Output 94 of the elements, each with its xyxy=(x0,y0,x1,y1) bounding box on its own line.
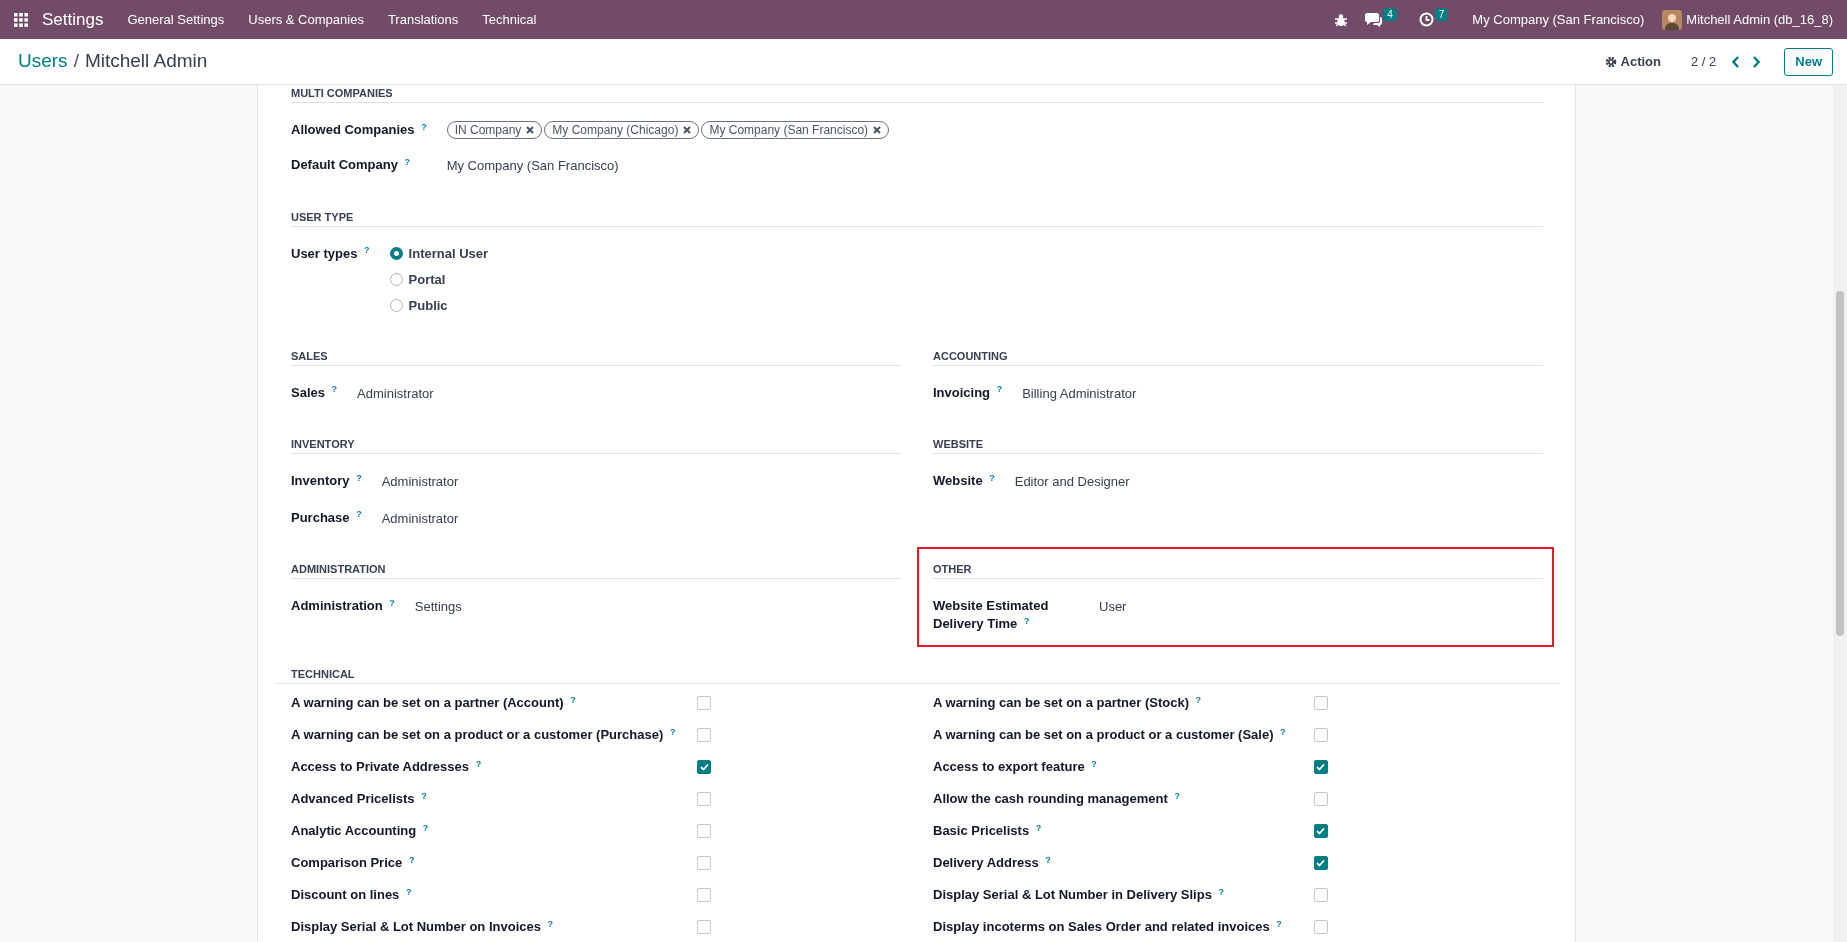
field-label: User types $^{?}$ xyxy=(291,244,371,263)
field-label: Inventory $^{?}$ xyxy=(291,472,363,490)
field-label: Sales $^{?}$ xyxy=(291,383,339,402)
option-label: A warning can be set on a product or a customer (Purchase) $^{?}$ xyxy=(291,725,676,745)
breadcrumb-current: Mitchell Admin xyxy=(84,49,208,74)
checkbox[interactable] xyxy=(1313,696,1328,710)
checkbox[interactable] xyxy=(697,856,712,870)
radio-button[interactable] xyxy=(389,247,403,260)
breadcrumb-separator: / xyxy=(73,49,79,74)
remove-icon[interactable] xyxy=(873,126,882,134)
message-count-badge: 4 xyxy=(1383,8,1397,21)
option-label: Basic Pricelists $^{?}$ xyxy=(933,821,1043,841)
company-switcher[interactable]: My Company (San Francisco) xyxy=(1472,9,1645,30)
checkbox[interactable] xyxy=(697,888,712,902)
field-value: Administrator xyxy=(357,385,434,401)
checkbox[interactable] xyxy=(1313,760,1328,774)
avatar-icon[interactable] xyxy=(1662,9,1683,30)
option-label: Comparison Price $^{?}$ xyxy=(291,853,416,873)
checkbox[interactable] xyxy=(1313,920,1328,934)
checkbox[interactable] xyxy=(697,696,712,710)
radio-button[interactable] xyxy=(389,273,403,286)
menu-item[interactable]: General Settings xyxy=(127,9,225,30)
radio-option[interactable]: Portal xyxy=(389,270,1543,289)
checkbox[interactable] xyxy=(697,920,712,934)
menu-item[interactable]: Users & Companies xyxy=(248,9,364,30)
checkbox[interactable] xyxy=(1313,728,1328,742)
option-label: Access to Private Addresses $^{?}$ xyxy=(291,757,483,777)
field-label: Default Company $^{?}$ xyxy=(291,156,411,174)
menu-item[interactable]: Translations xyxy=(387,9,459,30)
field-value: My Company (San Francisco) xyxy=(446,158,619,173)
checkbox[interactable] xyxy=(1313,888,1328,902)
section-title: SALES xyxy=(291,350,328,362)
field-label: Purchase $^{?}$ xyxy=(291,508,363,527)
menu-item[interactable]: Technical xyxy=(482,9,537,30)
radio-button[interactable] xyxy=(389,299,403,312)
checkbox[interactable] xyxy=(697,792,712,806)
checkbox[interactable] xyxy=(1313,824,1328,838)
option-label: Allow the cash rounding management $^{?}$ xyxy=(933,789,1181,809)
field-value: Editor and Designer xyxy=(1014,474,1130,489)
radio-option[interactable]: Public xyxy=(389,296,1543,315)
bug-icon[interactable] xyxy=(1334,12,1349,27)
option-label: Advanced Pricelists $^{?}$ xyxy=(291,789,428,809)
clock-icon[interactable] xyxy=(1418,12,1434,27)
option-label: Discount on lines $^{?}$ xyxy=(291,885,413,905)
section-title: WEBSITE xyxy=(933,439,984,450)
option-label: Delivery Address $^{?}$ xyxy=(933,853,1052,873)
chevron-right-icon xyxy=(1752,55,1761,68)
option-label: Display incoterms on Sales Order and related invoices $^{?}$ xyxy=(933,917,1283,937)
apps-grid-icon xyxy=(14,12,28,27)
section-title: ADMINISTRATION xyxy=(291,564,386,575)
checkbox[interactable] xyxy=(697,760,712,774)
remove-icon[interactable] xyxy=(683,126,692,134)
chevron-left-icon xyxy=(1732,55,1741,68)
field-label: Website Estimated Delivery Time $^{?}$ xyxy=(933,597,1050,633)
checkbox[interactable] xyxy=(697,824,712,838)
option-label: Display Serial & Lot Number on Invoices $^{?}$ xyxy=(291,917,555,937)
option-label: Analytic Accounting $^{?}$ xyxy=(291,821,430,841)
apps-menu-button[interactable] xyxy=(12,10,30,29)
gear-icon xyxy=(1604,55,1617,68)
radio-option[interactable]: Internal User xyxy=(389,244,1543,263)
section-title: ACCOUNTING xyxy=(933,350,1008,362)
breadcrumb-link[interactable]: Users xyxy=(18,47,68,76)
section-title: TECHNICAL xyxy=(291,669,355,680)
field-value: Billing Administrator xyxy=(1022,385,1137,401)
checkbox[interactable] xyxy=(1313,856,1328,870)
field-value: Settings xyxy=(414,599,462,614)
option-label: A warning can be set on a product or a customer (Sale) $^{?}$ xyxy=(933,725,1286,745)
field-value: Administrator xyxy=(381,510,459,526)
scrollbar[interactable] xyxy=(1833,85,1847,942)
section-title: INVENTORY xyxy=(291,439,355,450)
checkbox[interactable] xyxy=(1313,792,1328,806)
field-label: Invoicing $^{?}$ xyxy=(933,383,1004,402)
new-button[interactable]: New xyxy=(1784,47,1833,76)
section-title: MULTI COMPANIES xyxy=(291,88,393,99)
field-label: Administration $^{?}$ xyxy=(291,597,396,615)
section-title: USER TYPE xyxy=(291,211,354,223)
action-button[interactable]: Action xyxy=(1604,51,1661,72)
scrollbar-thumb[interactable] xyxy=(1836,291,1844,636)
activity-count-badge: 7 xyxy=(1434,8,1449,21)
field-label: Allowed Companies $^{?}$ xyxy=(291,121,428,139)
chat-icon[interactable] xyxy=(1365,12,1383,27)
option-label: A warning can be set on a partner (Account) $^{?}$ xyxy=(291,693,577,713)
option-label: A warning can be set on a partner (Stock) $^{?}$ xyxy=(933,693,1203,713)
user-menu[interactable]: Mitchell Admin (db_16_8) xyxy=(1686,9,1833,30)
section-title: OTHER xyxy=(933,564,972,575)
field-label: Website $^{?}$ xyxy=(933,472,996,490)
pager-value: 2 / 2 xyxy=(1690,52,1717,71)
app-title[interactable]: Settings xyxy=(42,6,104,33)
field-value: Administrator xyxy=(381,474,459,489)
option-label: Access to export feature $^{?}$ xyxy=(933,757,1098,777)
field-value: User xyxy=(1099,599,1127,614)
option-label: Display Serial & Lot Number in Delivery Slips $^{?}$ xyxy=(933,885,1225,905)
remove-icon[interactable] xyxy=(526,126,535,134)
checkbox[interactable] xyxy=(697,728,712,742)
